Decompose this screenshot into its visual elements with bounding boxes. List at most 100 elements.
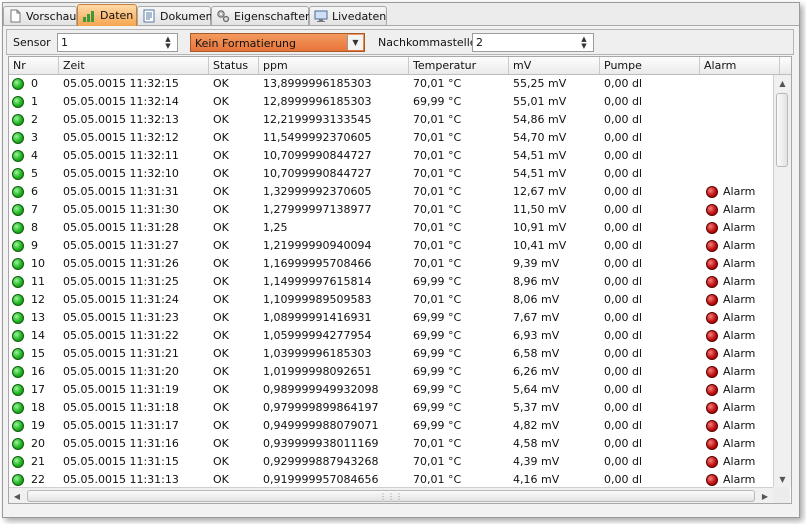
table-row[interactable]: 3 05.05.0015 11:32:12 OK 11,549999237060… [9,129,773,147]
table-row[interactable]: 8 05.05.0015 11:31:28 OK 1,25 70,01 °C 1… [9,219,773,237]
cell-pumpe: 0,00 dl [604,275,643,288]
table-row[interactable]: 5 05.05.0015 11:32:10 OK 10,709999084472… [9,165,773,183]
cell-nr: 14 [31,329,45,342]
table-row[interactable]: 19 05.05.0015 11:31:17 OK 0,949999988079… [9,417,773,435]
tab-daten[interactable]: Daten [77,4,137,26]
column-header-zeit[interactable]: Zeit [59,57,209,74]
table-row[interactable]: 1 05.05.0015 11:32:14 OK 12,899999618530… [9,93,773,111]
tab-label: Daten [100,9,134,22]
cell-ppm: 10,7099990844727 [263,149,372,162]
tab-label: Livedaten [332,9,387,23]
alarm-icon [706,240,718,252]
cell-pumpe: 0,00 dl [604,311,643,324]
table-row[interactable]: 11 05.05.0015 11:31:25 OK 1,149999976158… [9,273,773,291]
table-row[interactable]: 12 05.05.0015 11:31:24 OK 1,109999895095… [9,291,773,309]
alarm-icon [706,384,718,396]
column-header-status[interactable]: Status [209,57,259,74]
cell-status: OK [213,347,229,360]
tab-label: Eigenschaften [234,9,312,23]
cell-nr: 15 [31,347,45,360]
cell-nr: 0 [31,77,38,90]
cell-zeit: 05.05.0015 11:32:11 [63,149,179,162]
alarm-icon [706,366,718,378]
status-ok-icon [12,294,24,306]
chevron-down-icon[interactable]: ▼ [347,35,363,50]
cell-alarm: Alarm [723,437,756,450]
status-ok-icon [12,420,24,432]
cell-mv: 7,67 mV [513,311,560,324]
tab-eigenschaften[interactable]: Eigenschaften [211,6,312,25]
column-header-mv[interactable]: mV [509,57,600,74]
table-body: 0 05.05.0015 11:32:15 OK 13,899999618530… [9,75,773,489]
column-header-pumpe[interactable]: Pumpe [600,57,700,74]
table-row[interactable]: 20 05.05.0015 11:31:16 OK 0,939999938011… [9,435,773,453]
scroll-left-icon[interactable]: ◀ [9,488,25,503]
horizontal-scroll-thumb[interactable]: ⋮⋮⋮ [27,490,755,502]
vertical-scroll-thumb[interactable] [776,93,788,167]
cell-alarm: Alarm [723,455,756,468]
cell-zeit: 05.05.0015 11:31:22 [63,329,179,342]
cell-nr: 10 [31,257,45,270]
cell-zeit: 05.05.0015 11:32:14 [63,95,179,108]
cell-pumpe: 0,00 dl [604,347,643,360]
vertical-scrollbar[interactable]: ▲ ▼ [773,75,791,487]
table-row[interactable]: 9 05.05.0015 11:31:27 OK 1,2199999094009… [9,237,773,255]
cell-mv: 10,91 mV [513,221,567,234]
sensor-spin-buttons: ▲ ▼ [160,35,176,50]
cell-alarm: Alarm [723,185,756,198]
alarm-icon [706,438,718,450]
cell-nr: 17 [31,383,45,396]
decimals-spinbox[interactable]: 2 ▲ ▼ [472,33,594,52]
format-combobox[interactable]: Kein Formatierung ▼ [190,33,365,52]
cell-mv: 6,26 mV [513,365,560,378]
table-row[interactable]: 6 05.05.0015 11:31:31 OK 1,3299999237060… [9,183,773,201]
column-header-ppm[interactable]: ppm [259,57,409,74]
alarm-icon [706,222,718,234]
table-row[interactable]: 13 05.05.0015 11:31:23 OK 1,089999914169… [9,309,773,327]
table-row[interactable]: 17 05.05.0015 11:31:19 OK 0,989999949932… [9,381,773,399]
gears-icon [217,10,230,23]
table-row[interactable]: 2 05.05.0015 11:32:13 OK 12,219999313354… [9,111,773,129]
spin-down-icon[interactable]: ▼ [576,42,592,50]
cell-ppm: 1,21999990940094 [263,239,372,252]
table-row[interactable]: 16 05.05.0015 11:31:20 OK 1,019999980926… [9,363,773,381]
column-header-alarm[interactable]: Alarm [700,57,780,74]
horizontal-scrollbar[interactable]: ◀ ⋮⋮⋮ ▶ [9,487,773,503]
column-header-temperatur[interactable]: Temperatur [409,57,509,74]
cell-status: OK [213,293,229,306]
cell-status: OK [213,365,229,378]
document-lines-icon [143,9,155,23]
cell-mv: 8,06 mV [513,293,560,306]
sensor-spinbox[interactable]: 1 ▲ ▼ [57,33,178,52]
cell-status: OK [213,221,229,234]
cell-nr: 12 [31,293,45,306]
cell-alarm: Alarm [723,383,756,396]
scroll-right-icon[interactable]: ▶ [757,488,773,503]
column-header-nr[interactable]: Nr [9,57,59,74]
cell-status: OK [213,437,229,450]
scroll-down-icon[interactable]: ▼ [774,471,791,487]
scroll-up-icon[interactable]: ▲ [774,75,791,91]
cell-nr: 18 [31,401,45,414]
table-row[interactable]: 18 05.05.0015 11:31:18 OK 0,979999899864… [9,399,773,417]
table-row[interactable]: 0 05.05.0015 11:32:15 OK 13,899999618530… [9,75,773,93]
cell-pumpe: 0,00 dl [604,455,643,468]
cell-temperatur: 69,99 °C [413,419,462,432]
decimals-spin-buttons: ▲ ▼ [576,35,592,50]
cell-zeit: 05.05.0015 11:31:24 [63,293,179,306]
cell-pumpe: 0,00 dl [604,221,643,234]
spin-down-icon[interactable]: ▼ [160,42,176,50]
table-row[interactable]: 21 05.05.0015 11:31:15 OK 0,929999887943… [9,453,773,471]
table-row[interactable]: 10 05.05.0015 11:31:26 OK 1,169999957084… [9,255,773,273]
table-row[interactable]: 15 05.05.0015 11:31:21 OK 1,039999961853… [9,345,773,363]
table-row[interactable]: 14 05.05.0015 11:31:22 OK 1,059999942779… [9,327,773,345]
cell-zeit: 05.05.0015 11:31:31 [63,185,179,198]
cell-pumpe: 0,00 dl [604,257,643,270]
alarm-icon [706,186,718,198]
tab-livedaten[interactable]: Livedaten [309,6,387,25]
status-ok-icon [12,402,24,414]
table-row[interactable]: 4 05.05.0015 11:32:11 OK 10,709999084472… [9,147,773,165]
tab-vorschau[interactable]: Vorschau [3,6,77,25]
table-row[interactable]: 7 05.05.0015 11:31:30 OK 1,2799999713897… [9,201,773,219]
tab-dokument[interactable]: Dokument [137,6,217,25]
